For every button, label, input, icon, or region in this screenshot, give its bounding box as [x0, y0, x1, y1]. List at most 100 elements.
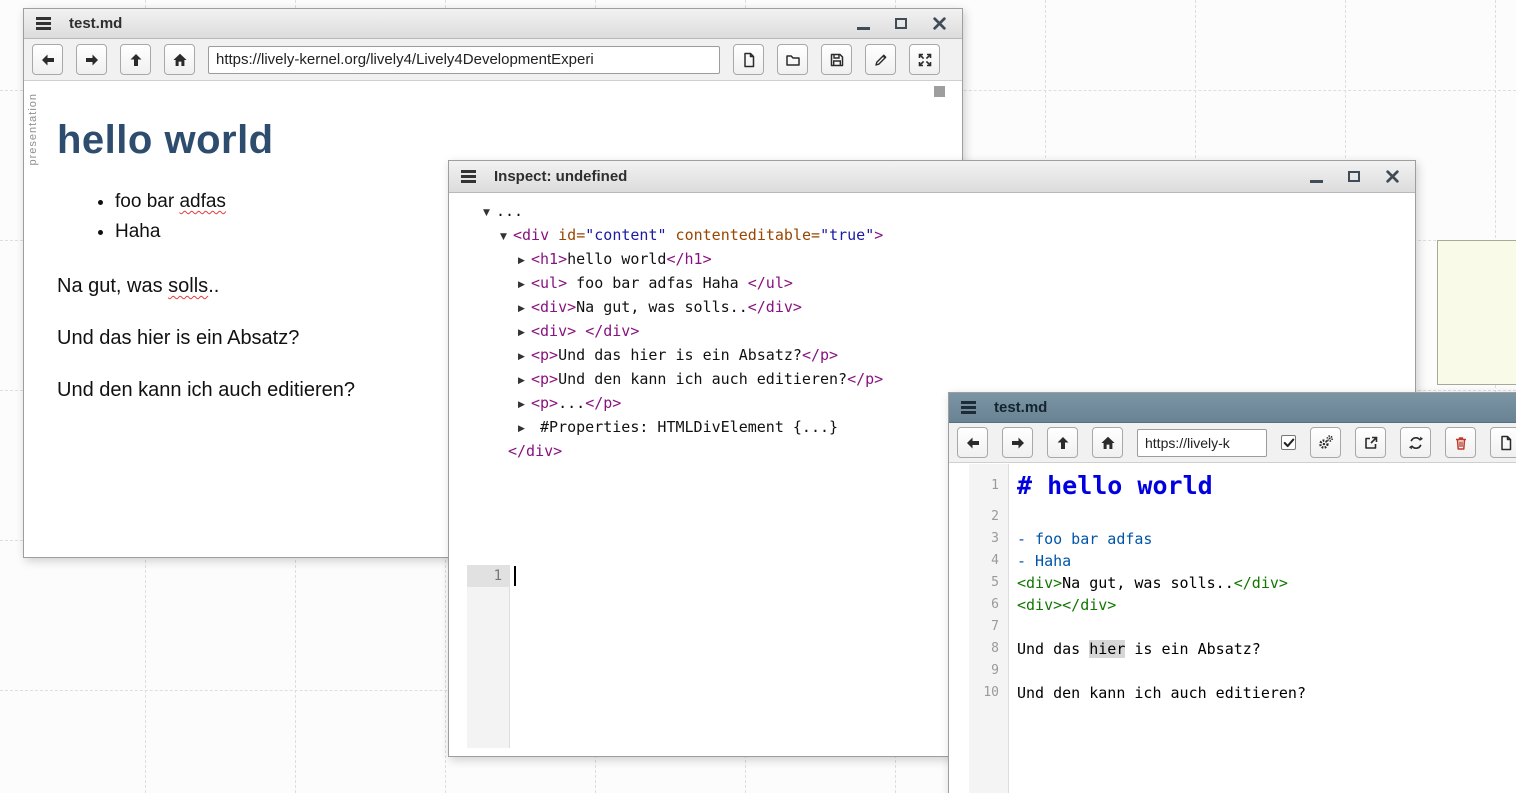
menu-icon[interactable] — [961, 401, 976, 414]
window-title: test.md — [69, 15, 122, 32]
up-button[interactable] — [1047, 427, 1078, 458]
text-token: </p> — [585, 394, 621, 412]
open-external-button[interactable] — [1355, 427, 1386, 458]
text-token: - Haha — [1017, 552, 1071, 570]
line-number: 7 — [949, 616, 1009, 638]
maximize-icon — [895, 18, 907, 29]
text-token: solls — [168, 275, 208, 297]
edit-button[interactable] — [865, 44, 896, 75]
presentation-label: presentation — [27, 93, 39, 166]
auto-update-checkbox[interactable] — [1281, 435, 1296, 450]
editor-line[interactable]: 6 <div></div> — [949, 594, 1516, 616]
arrow-up-icon — [128, 52, 144, 68]
line-number: 6 — [949, 594, 1009, 616]
text-token — [576, 322, 585, 340]
close-button[interactable] — [928, 13, 950, 35]
text-token: hello world — [567, 250, 666, 268]
home-button[interactable] — [1092, 427, 1123, 458]
minimize-icon — [857, 27, 870, 30]
text-token: <div></div> — [1017, 596, 1116, 614]
markdown-heading[interactable]: hello world — [57, 118, 962, 163]
collapse-icon[interactable]: ▼ — [500, 226, 513, 248]
window-markdown-editor: test.md — [948, 392, 1516, 793]
url-input[interactable] — [1137, 429, 1267, 457]
scroll-handle[interactable] — [934, 86, 945, 97]
background-window-fragment[interactable] — [1437, 240, 1516, 385]
dom-tree-node[interactable]: ▶<ul> foo bar adfas Haha </ul> — [449, 272, 1415, 296]
code-line-text: <div>Na gut, was solls..</div> — [1009, 572, 1288, 594]
window-title: test.md — [994, 399, 1047, 416]
text-token: </p> — [802, 346, 838, 364]
expand-icon[interactable]: ▶ — [518, 274, 531, 296]
trash-icon — [1453, 435, 1469, 451]
editor-line[interactable]: 7 — [949, 616, 1516, 638]
titlebar[interactable]: test.md — [24, 9, 962, 39]
expand-icon[interactable]: ▶ — [518, 418, 531, 440]
text-token: Na gut, was — [57, 275, 168, 297]
text-token: </div> — [585, 322, 639, 340]
editor-line[interactable]: 2 — [949, 506, 1516, 528]
menu-icon[interactable] — [36, 17, 51, 30]
dom-tree-node[interactable]: ▶<p>Und das hier is ein Absatz?</p> — [449, 344, 1415, 368]
save-button[interactable] — [821, 44, 852, 75]
editor-line[interactable]: 8Und das hier is ein Absatz? — [949, 638, 1516, 660]
close-icon — [932, 16, 947, 31]
expand-icon[interactable]: ▶ — [518, 250, 531, 272]
expand-icon[interactable]: ▶ — [518, 322, 531, 344]
text-token: Und das — [1017, 640, 1089, 658]
back-button[interactable] — [32, 44, 63, 75]
editor-line[interactable]: 5<div>Na gut, was solls..</div> — [949, 572, 1516, 594]
dom-tree-node[interactable]: ▼... — [449, 200, 1415, 224]
minimize-button[interactable] — [1305, 166, 1327, 188]
editor-gutter — [467, 565, 510, 748]
collapse-icon[interactable]: ▼ — [483, 202, 496, 224]
maximize-button[interactable] — [1343, 166, 1365, 188]
titlebar[interactable]: test.md — [949, 393, 1516, 423]
expand-button[interactable] — [909, 44, 940, 75]
delete-button[interactable] — [1445, 427, 1476, 458]
editor-line[interactable]: 4- Haha — [949, 550, 1516, 572]
text-token: <p> — [531, 346, 558, 364]
menu-icon[interactable] — [461, 170, 476, 183]
text-token: "content" — [585, 226, 666, 244]
up-button[interactable] — [120, 44, 151, 75]
code-editor[interactable]: 1# hello world23- foo bar adfas4- Haha5<… — [949, 464, 1516, 793]
pencil-icon — [873, 52, 889, 68]
editor-line[interactable]: 3- foo bar adfas — [949, 528, 1516, 550]
new-file-button[interactable] — [1490, 427, 1516, 458]
editor-line[interactable]: 1# hello world — [949, 469, 1516, 506]
dom-tree-node[interactable]: ▼<div id="content" contenteditable="true… — [449, 224, 1415, 248]
back-button[interactable] — [957, 427, 988, 458]
dom-tree-node[interactable]: ▶<div>Na gut, was solls..</div> — [449, 296, 1415, 320]
text-token: ... — [496, 202, 523, 220]
forward-button[interactable] — [76, 44, 107, 75]
minimize-button[interactable] — [852, 13, 874, 35]
settings-button[interactable] — [1310, 427, 1341, 458]
close-button[interactable] — [1381, 166, 1403, 188]
reload-button[interactable] — [1400, 427, 1431, 458]
code-line-text — [1009, 660, 1017, 682]
code-line-text: - Haha — [1009, 550, 1071, 572]
code-line-text: - foo bar adfas — [1009, 528, 1152, 550]
text-token: Na gut, was solls.. — [1062, 574, 1234, 592]
dom-tree-node[interactable]: ▶<p>Und den kann ich auch editieren?</p> — [449, 368, 1415, 392]
expand-icon[interactable]: ▶ — [518, 370, 531, 392]
editor-line[interactable]: 10Und den kann ich auch editieren? — [949, 682, 1516, 704]
dom-tree-node[interactable]: ▶<h1>hello world</h1> — [449, 248, 1415, 272]
url-input[interactable] — [208, 46, 720, 74]
home-button[interactable] — [164, 44, 195, 75]
dom-tree-node[interactable]: ▶<div> </div> — [449, 320, 1415, 344]
text-token: # hello world — [1017, 471, 1213, 500]
folder-icon — [785, 52, 801, 68]
forward-button[interactable] — [1002, 427, 1033, 458]
expand-icon[interactable]: ▶ — [518, 394, 531, 416]
expand-icon[interactable]: ▶ — [518, 298, 531, 320]
maximize-button[interactable] — [890, 13, 912, 35]
editor-line[interactable]: 9 — [949, 660, 1516, 682]
save-icon — [829, 52, 845, 68]
titlebar[interactable]: Inspect: undefined — [449, 161, 1415, 193]
new-file-button[interactable] — [733, 44, 764, 75]
folder-button[interactable] — [777, 44, 808, 75]
text-token: </ul> — [748, 274, 793, 292]
expand-icon[interactable]: ▶ — [518, 346, 531, 368]
